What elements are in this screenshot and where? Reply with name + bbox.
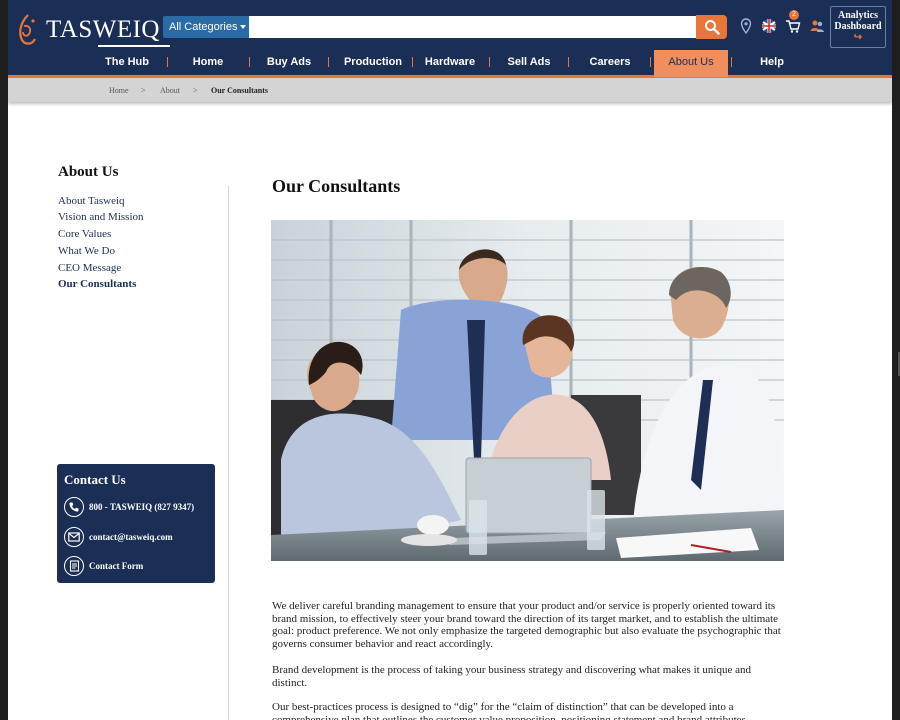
sidebar-link-ceo-message[interactable]: CEO Message	[58, 262, 121, 274]
search-input[interactable]	[249, 16, 696, 38]
logo-mark-icon	[19, 14, 36, 45]
page-title: Our Consultants	[272, 176, 401, 196]
sidebar-link-our-consultants[interactable]: Our Consultants	[58, 278, 136, 290]
nav-item-the-hub[interactable]: The Hub	[98, 50, 156, 77]
nav-item-help[interactable]: Help	[742, 50, 802, 77]
breadcrumb-current: Our Consultants	[211, 86, 268, 95]
nav-item-careers[interactable]: Careers	[580, 50, 640, 77]
nav-separator	[328, 57, 329, 67]
sidebar-title: About Us	[58, 164, 119, 180]
breadcrumb-home[interactable]: Home	[109, 78, 129, 103]
nav-item-home[interactable]: Home	[178, 50, 238, 77]
nav-item-sell-ads[interactable]: Sell Ads	[500, 50, 558, 77]
contact-email-text: contact@tasweiq.com	[89, 532, 173, 542]
breadcrumb-about[interactable]: About	[160, 78, 180, 103]
category-select[interactable]: All Categories	[163, 16, 249, 38]
paragraph-1: We deliver careful branding management t…	[272, 600, 781, 650]
nav-separator	[568, 57, 569, 67]
breadcrumb-separator: >	[141, 86, 146, 95]
nav-separator	[650, 57, 651, 67]
contact-box: Contact Us 800 - TASWEIQ (827 9347) cont…	[57, 464, 215, 583]
analytics-dashboard-button[interactable]: Analytics Dashboard ↪	[830, 6, 886, 48]
form-icon	[64, 556, 84, 576]
phone-icon	[64, 497, 84, 517]
analytics-label-line1: Analytics	[838, 10, 878, 21]
mail-icon	[64, 527, 84, 547]
nav-separator	[489, 57, 490, 67]
sidebar-link-about-tasweiq[interactable]: About Tasweiq	[58, 195, 125, 207]
nav-separator	[731, 57, 732, 67]
sidebar-link-core-values[interactable]: Core Values	[58, 228, 111, 240]
analytics-label-line2: Dashboard	[834, 21, 882, 32]
cart-count-badge: 2	[789, 10, 799, 20]
nav-item-hardware[interactable]: Hardware	[420, 50, 480, 77]
sidebar-link-vision-mission[interactable]: Vision and Mission	[58, 211, 144, 223]
nav-item-about-us[interactable]: About Us	[654, 50, 728, 77]
paragraph-3: Our best-practices process is designed t…	[272, 701, 749, 720]
page: TASWEIQ All Categories 2 Analytics Dashb…	[8, 0, 892, 720]
consultants-photo	[271, 220, 784, 561]
breadcrumb-separator: >	[193, 86, 198, 95]
contact-phone-text: 800 - TASWEIQ (827 9347)	[89, 502, 195, 512]
nav-item-production[interactable]: Production	[338, 50, 408, 77]
logo-text: TASWEIQ	[46, 16, 170, 47]
site-header: TASWEIQ All Categories 2 Analytics Dashb…	[8, 0, 892, 78]
contact-title: Contact Us	[64, 472, 126, 487]
main-nav: The Hub Home Buy Ads Production Hardware…	[8, 50, 892, 77]
contact-form-link[interactable]: Contact Form	[64, 556, 143, 576]
nav-item-buy-ads[interactable]: Buy Ads	[260, 50, 318, 77]
contact-email[interactable]: contact@tasweiq.com	[64, 527, 173, 547]
contact-form-text: Contact Form	[89, 561, 144, 571]
location-pin-icon[interactable]	[738, 18, 754, 34]
logo[interactable]: TASWEIQ	[12, 12, 170, 48]
uk-flag-icon[interactable]	[761, 18, 777, 34]
search-button[interactable]	[696, 15, 727, 39]
sidebar-link-what-we-do[interactable]: What We Do	[58, 245, 115, 257]
paragraph-2: Brand development is the process of taki…	[272, 664, 752, 689]
sidebar-divider	[228, 186, 229, 720]
redirect-arrow-icon: ↪	[853, 32, 863, 43]
users-icon[interactable]	[809, 18, 825, 34]
nav-separator	[167, 57, 168, 67]
contact-phone[interactable]: 800 - TASWEIQ (827 9347)	[64, 497, 194, 517]
caret-down-icon	[240, 25, 247, 30]
search-icon	[704, 20, 720, 35]
breadcrumb: Home > About > Our Consultants	[8, 78, 892, 102]
category-select-label: All Categories	[169, 21, 238, 33]
nav-separator	[249, 57, 250, 67]
cart-icon[interactable]	[785, 18, 801, 34]
nav-separator	[412, 57, 413, 67]
